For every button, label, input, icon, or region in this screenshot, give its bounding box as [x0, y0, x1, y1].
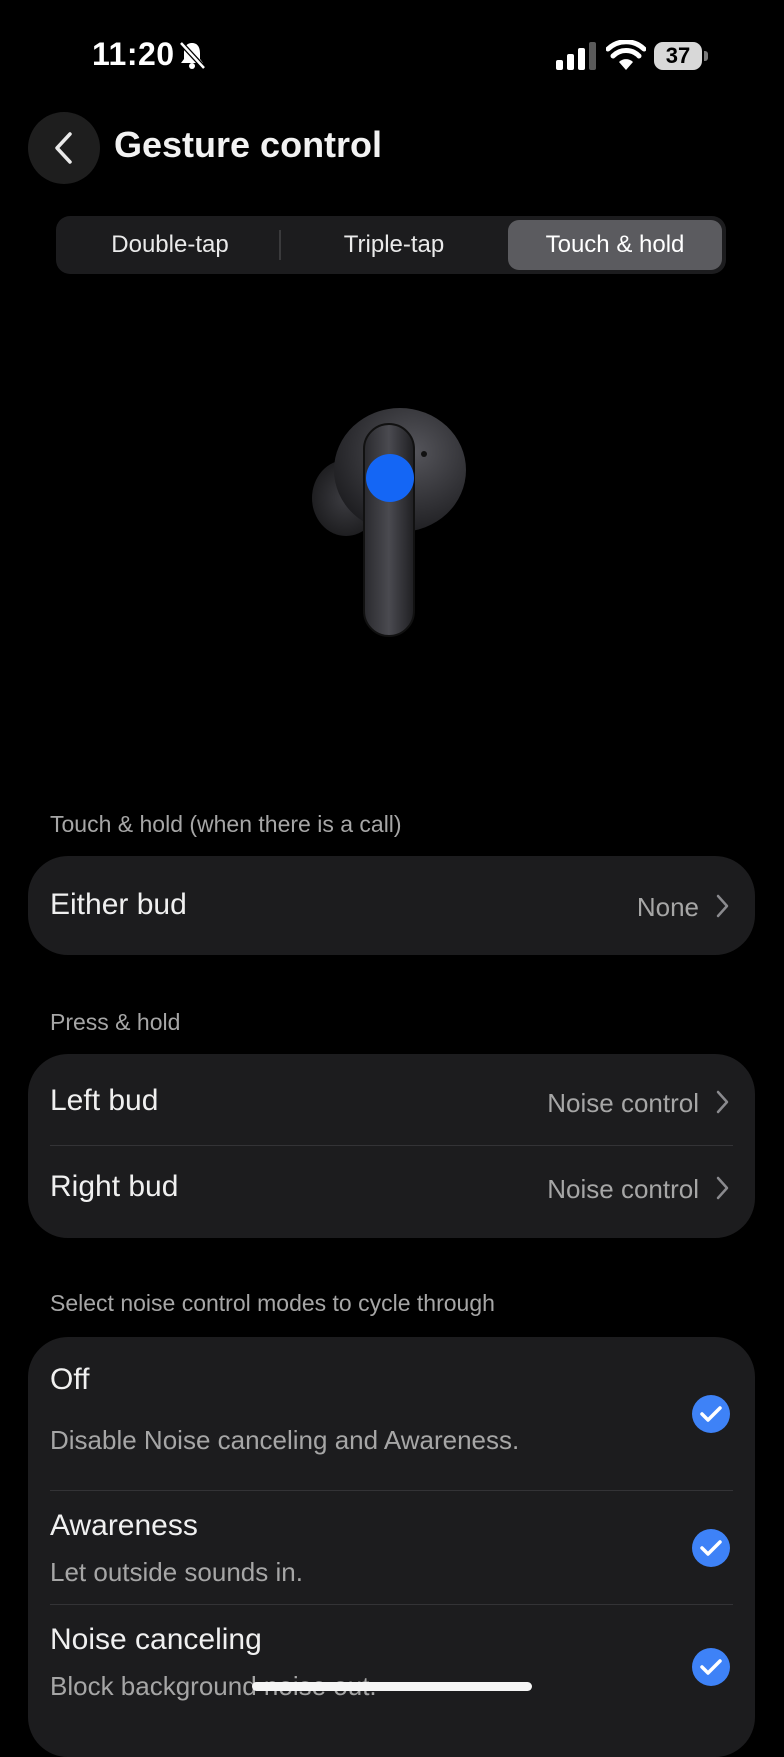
mode-title: Noise canceling [50, 1623, 262, 1656]
status-time: 11:20 [92, 36, 175, 72]
mode-noise-canceling[interactable]: Noise canceling Block background noise o… [28, 1605, 755, 1757]
row-label: Left bud [50, 1084, 159, 1117]
tab-divider [279, 230, 281, 260]
row-either-bud[interactable]: Either bud None [28, 856, 755, 955]
gesture-tabs: Double-tap Triple-tap Touch & hold [56, 216, 726, 274]
mode-off[interactable]: Off Disable Noise canceling and Awarenes… [28, 1337, 755, 1490]
modes-card: Off Disable Noise canceling and Awarenes… [28, 1337, 755, 1757]
chevron-right-icon [716, 1176, 729, 1200]
press-settings-card: Left bud Noise control Right bud Noise c… [28, 1054, 755, 1238]
chevron-right-icon [716, 1090, 729, 1114]
checkbox-off[interactable] [692, 1395, 730, 1433]
checkbox-noise-canceling[interactable] [692, 1648, 730, 1686]
row-right-bud[interactable]: Right bud Noise control [28, 1146, 755, 1238]
tab-triple-tap[interactable]: Triple-tap [284, 220, 504, 270]
row-value: None [636, 892, 699, 922]
wifi-icon [606, 40, 646, 70]
checkmark-icon [700, 1406, 722, 1422]
signal-icon [556, 42, 596, 70]
battery-level: 37 [665, 43, 691, 68]
checkmark-icon [700, 1659, 722, 1675]
back-button[interactable] [28, 112, 100, 184]
call-settings-card: Either bud None [28, 856, 755, 955]
earbud-icon [312, 408, 466, 637]
mode-description: Let outside sounds in. [50, 1557, 303, 1587]
mode-title: Awareness [50, 1509, 198, 1542]
home-indicator[interactable] [252, 1682, 532, 1691]
bell-muted-icon [179, 41, 206, 70]
chevron-left-icon [55, 132, 72, 164]
battery-icon: 37 [654, 42, 710, 72]
checkbox-awareness[interactable] [692, 1529, 730, 1567]
checkmark-icon [700, 1540, 722, 1556]
tab-touch-and-hold[interactable]: Touch & hold [508, 220, 722, 270]
row-left-bud[interactable]: Left bud Noise control [28, 1054, 755, 1146]
section-label-press: Press & hold [50, 1009, 181, 1035]
section-label-modes: Select noise control modes to cycle thro… [50, 1290, 495, 1316]
mode-awareness[interactable]: Awareness Let outside sounds in. [28, 1491, 755, 1604]
row-value: Noise control [547, 1174, 699, 1204]
mode-description: Disable Noise canceling and Awareness. [50, 1425, 520, 1455]
section-label-call: Touch & hold (when there is a call) [50, 811, 402, 837]
page-title: Gesture control [114, 124, 383, 165]
mode-title: Off [50, 1363, 90, 1396]
chevron-right-icon [716, 894, 729, 918]
row-label: Right bud [50, 1170, 179, 1203]
row-value: Noise control [547, 1088, 699, 1118]
tab-double-tap[interactable]: Double-tap [60, 220, 280, 270]
row-label: Either bud [50, 888, 187, 921]
